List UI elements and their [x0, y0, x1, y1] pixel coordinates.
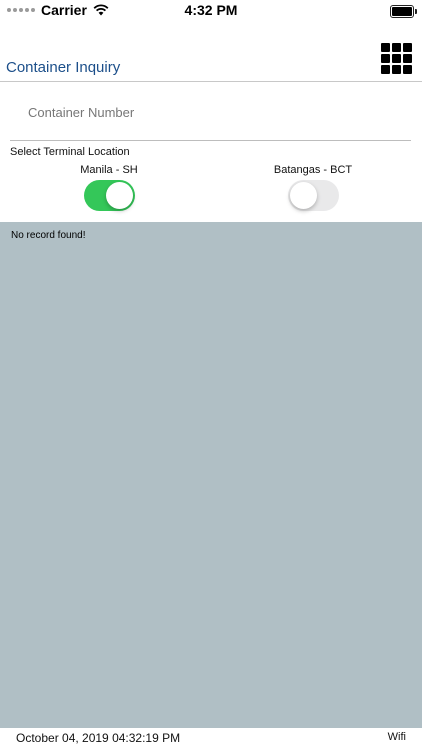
terminal-manila: Manila - SH: [34, 164, 184, 211]
no-record-message: No record found!: [11, 230, 86, 241]
footer-timestamp: October 04, 2019 04:32:19 PM: [16, 731, 181, 745]
inquiry-form: Select Terminal Location Manila - SH Bat…: [0, 82, 422, 222]
footer-bar: October 04, 2019 04:32:19 PM Wifi: [0, 728, 422, 750]
toggle-knob: [105, 182, 133, 209]
status-time: 4:32 PM: [184, 2, 238, 18]
container-number-field-wrapper: [10, 82, 411, 141]
terminal-batangas: Batangas - BCT: [238, 164, 388, 211]
network-status: Wifi: [387, 731, 406, 743]
terminal-batangas-toggle[interactable]: [287, 180, 339, 211]
battery-icon: [390, 5, 417, 18]
terminal-manila-label: Manila - SH: [80, 164, 138, 176]
container-number-input[interactable]: [26, 104, 390, 121]
page-title: Container Inquiry: [6, 59, 121, 76]
terminal-section-label: Select Terminal Location: [10, 146, 130, 158]
terminal-manila-toggle[interactable]: [83, 180, 135, 211]
results-area: No record found!: [0, 222, 422, 728]
toggle-knob: [289, 182, 317, 209]
grid-menu-icon[interactable]: [381, 43, 413, 75]
status-bar: Carrier 4:32 PM: [0, 0, 422, 22]
terminal-batangas-label: Batangas - BCT: [273, 164, 353, 176]
navigation-bar: Container Inquiry: [0, 40, 422, 82]
